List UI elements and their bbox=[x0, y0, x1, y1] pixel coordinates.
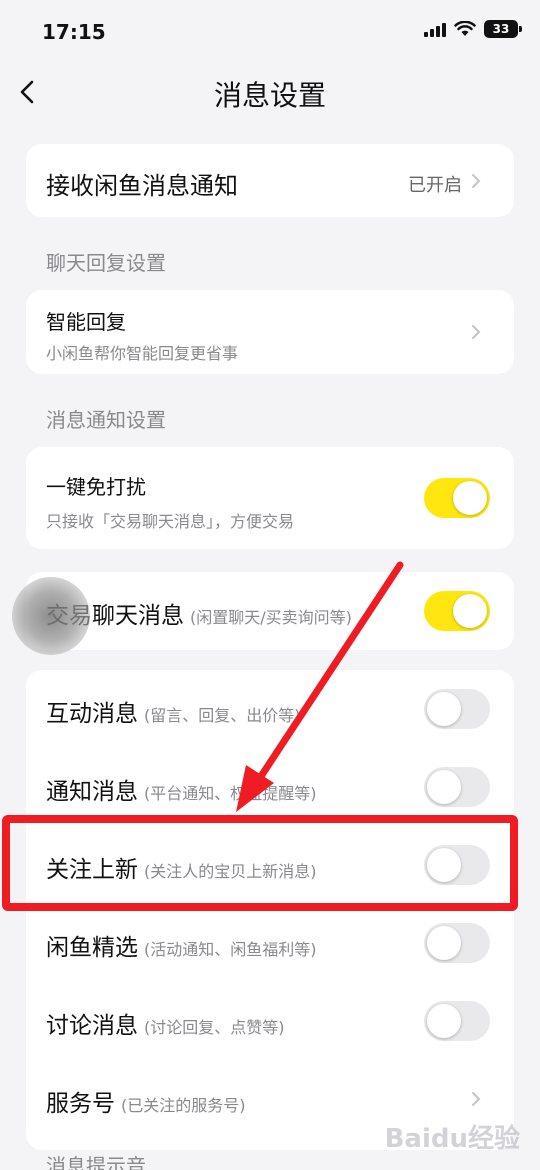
trade-chat-card: 交易聊天消息 (闲置聊天/买卖询问等) bbox=[26, 572, 514, 650]
featured-toggle[interactable] bbox=[424, 923, 490, 963]
toggle-knob bbox=[453, 594, 487, 628]
toggle-knob bbox=[453, 481, 487, 515]
section-sound: 消息提示音 bbox=[46, 1154, 146, 1170]
trade-chat-row: 交易聊天消息 (闲置聊天/买卖询问等) bbox=[46, 596, 352, 630]
list-item-label: 互动消息 (留言、回复、出价等) bbox=[46, 694, 301, 728]
list-item-label: 讨论消息 (讨论回复、点赞等) bbox=[46, 1006, 285, 1040]
list-item-title: 互动消息 bbox=[46, 701, 138, 727]
list-item-title: 讨论消息 bbox=[46, 1013, 138, 1039]
service-title: 服务号 bbox=[46, 1091, 115, 1117]
service-label: 服务号 (已关注的服务号) bbox=[46, 1084, 246, 1118]
chevron-right-icon bbox=[472, 1092, 481, 1106]
dnd-subtitle: 只接收「交易聊天消息」，方便交易 bbox=[46, 512, 295, 531]
assistive-touch-button[interactable] bbox=[12, 577, 90, 655]
interaction-toggle[interactable] bbox=[424, 689, 490, 729]
section-notify: 消息通知设置 bbox=[46, 408, 166, 432]
list-item-hint: (平台通知、权益提醒等) bbox=[144, 784, 317, 803]
trade-chat-toggle[interactable] bbox=[424, 591, 490, 631]
chevron-right-icon bbox=[472, 325, 481, 339]
wifi-icon bbox=[454, 21, 476, 36]
list-item-hint: (讨论回复、点赞等) bbox=[144, 1018, 285, 1037]
signal-icon bbox=[424, 21, 446, 37]
list-item-label: 闲鱼精选 (活动通知、闲鱼福利等) bbox=[46, 928, 317, 962]
watermark: Baidu经验 bbox=[384, 1124, 520, 1154]
status-icons: 33 bbox=[424, 20, 522, 38]
list-item-title: 闲鱼精选 bbox=[46, 935, 138, 961]
list-item-hint: (活动通知、闲鱼福利等) bbox=[144, 940, 317, 959]
service-hint: (已关注的服务号) bbox=[121, 1096, 246, 1115]
smart-reply-subtitle: 小闲鱼帮你智能回复更省事 bbox=[46, 344, 239, 363]
list-item: 讨论消息 (讨论回复、点赞等) bbox=[26, 982, 514, 1060]
page-title: 消息设置 bbox=[213, 79, 326, 112]
status-bar: 17:15 33 bbox=[0, 0, 540, 64]
dnd-toggle[interactable] bbox=[424, 478, 490, 518]
list-item-title: 通知消息 bbox=[46, 779, 138, 805]
status-time: 17:15 bbox=[42, 20, 106, 44]
dnd-card: 一键免打扰 只接收「交易聊天消息」，方便交易 bbox=[26, 447, 514, 549]
smart-reply-title: 智能回复 bbox=[46, 310, 126, 334]
section-chat-reply: 聊天回复设置 bbox=[46, 251, 166, 275]
receive-notify-card[interactable]: 接收闲鱼消息通知 已开启 bbox=[26, 144, 514, 217]
nav-bar: 消息设置 bbox=[0, 64, 540, 122]
smart-reply-card[interactable]: 智能回复 小闲鱼帮你智能回复更省事 bbox=[26, 290, 514, 374]
notice-toggle[interactable] bbox=[424, 767, 490, 807]
toggle-knob bbox=[427, 926, 461, 960]
toggle-knob bbox=[427, 692, 461, 726]
receive-notify-value: 已开启 bbox=[408, 175, 462, 196]
receive-notify-label: 接收闲鱼消息通知 bbox=[46, 172, 238, 200]
list-item-label: 通知消息 (平台通知、权益提醒等) bbox=[46, 772, 317, 806]
highlight-box bbox=[2, 815, 518, 911]
toggle-knob bbox=[427, 770, 461, 804]
list-item: 互动消息 (留言、回复、出价等) bbox=[26, 670, 514, 748]
chevron-right-icon bbox=[472, 174, 481, 188]
battery-icon: 33 bbox=[484, 20, 522, 38]
discussion-toggle[interactable] bbox=[424, 1001, 490, 1041]
list-item: 闲鱼精选 (活动通知、闲鱼福利等) bbox=[26, 904, 514, 982]
toggle-knob bbox=[427, 1004, 461, 1038]
trade-chat-hint: (闲置聊天/买卖询问等) bbox=[190, 608, 352, 627]
list-item-hint: (留言、回复、出价等) bbox=[144, 706, 301, 725]
dnd-title: 一键免打扰 bbox=[46, 475, 146, 499]
